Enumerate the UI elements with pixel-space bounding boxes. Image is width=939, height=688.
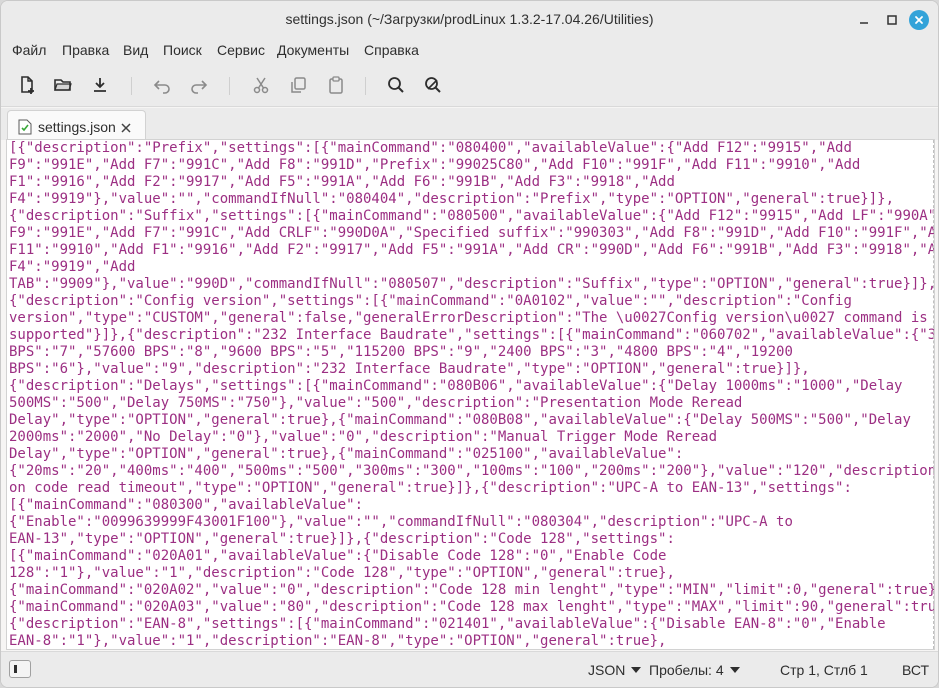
chevron-down-icon [631,667,642,673]
language-label: JSON [588,662,626,678]
tab-settings-json[interactable]: settings.json [7,110,146,141]
maximize-icon [887,15,897,25]
minimize-button[interactable] [854,10,874,30]
title-bar: settings.json (~/Загрузки/prodLinux 1.3.… [1,1,938,39]
code-line[interactable]: {"description":"Config version","setting… [9,293,934,310]
code-line[interactable]: {"Enable":"0099639999F43001F100"},"value… [9,514,934,531]
menu-search[interactable]: Поиск [163,42,202,58]
right-margin-line [933,140,934,649]
cut-icon [253,77,269,94]
redo-icon [191,80,208,94]
find-button[interactable] [384,73,408,97]
close-icon [121,123,131,133]
language-selector[interactable]: JSON [588,662,642,678]
code-line[interactable]: F4":"9919"},"value":"","commandIfNull":"… [9,191,934,208]
cursor-position[interactable]: Стр 1, Стлб 1 [780,662,868,678]
code-line[interactable]: EAN-8":"1"},"value":"1","description":"E… [9,633,934,649]
insert-mode[interactable]: ВСТ [902,662,929,678]
close-icon [915,16,923,24]
minimize-icon [860,22,868,24]
code-line[interactable]: [{"mainCommand":"080300","availableValue… [9,497,934,514]
code-editor[interactable]: [{"description":"Prefix","settings":[{"m… [6,139,935,650]
code-line[interactable]: TAB":"9909"},"value":"990D","commandIfNu… [9,276,934,293]
toolbar-separator [365,77,366,95]
window-title: settings.json (~/Загрузки/prodLinux 1.3.… [285,11,654,27]
copy-icon [291,77,306,93]
new-document-icon [21,76,34,94]
save-button[interactable] [88,73,112,97]
search-icon [388,77,404,93]
save-download-icon [94,78,106,92]
undo-icon [153,80,170,94]
code-line[interactable]: Delay","type":"OPTION","general":true},{… [9,446,934,463]
code-line[interactable]: {"mainCommand":"020A03","value":"80","de… [9,599,934,616]
menu-file[interactable]: Файл [12,42,46,58]
menu-help[interactable]: Справка [364,42,419,58]
menu-tools[interactable]: Сервис [217,42,265,58]
undo-button[interactable] [150,73,174,97]
code-line[interactable]: {"description":"Delays","settings":[{"ma… [9,378,934,395]
code-text[interactable]: [{"description":"Prefix","settings":[{"m… [9,140,934,649]
code-line[interactable]: 500MS":"500","Delay 750MS":"750"},"value… [9,395,934,412]
new-document-button[interactable] [15,73,39,97]
menu-bar: Файл Правка Вид Поиск Сервис Документы С… [1,39,938,63]
toolbar [1,63,938,107]
code-line[interactable]: F11":"9910","Add F1":"9916","Add F2":"99… [9,242,934,259]
code-line[interactable]: supported"}]},{"description":"232 Interf… [9,327,934,344]
code-line[interactable]: F1":"9916","Add F2":"9917","Add F5":"991… [9,174,934,191]
paste-icon [329,76,343,94]
code-line[interactable]: 128":"1"},"value":"1","description":"Cod… [9,565,934,582]
chevron-down-icon [729,667,740,673]
code-line[interactable]: {"mainCommand":"020A02","value":"0","des… [9,582,934,599]
code-line[interactable]: 2000ms":"2000","No Delay":"0"},"value":"… [9,429,934,446]
maximize-button[interactable] [882,10,902,30]
code-line[interactable]: [{"description":"Prefix","settings":[{"m… [9,140,934,157]
code-line[interactable]: version","type":"CUSTOM","general":false… [9,310,934,327]
find-replace-button[interactable] [421,73,445,97]
indent-selector[interactable]: Пробелы: 4 [649,662,740,678]
indent-label: Пробелы: 4 [649,662,724,678]
code-line[interactable]: on code read timeout","type":"OPTION","g… [9,480,934,497]
code-line[interactable]: {"description":"Suffix","settings":[{"ma… [9,208,934,225]
text-file-icon [18,119,32,140]
side-panel-toggle[interactable] [9,660,31,678]
redo-button[interactable] [187,73,211,97]
cut-button[interactable] [249,73,273,97]
code-line[interactable]: Delay","type":"OPTION","general":true},{… [9,412,934,429]
tab-bar: settings.json [1,108,938,141]
toolbar-separator [229,77,230,95]
code-line[interactable]: [{"mainCommand":"020A01","availableValue… [9,548,934,565]
code-line[interactable]: F9":"991E","Add F7":"991C","Add CRLF":"9… [9,225,934,242]
side-panel-icon [14,665,17,673]
code-line[interactable]: F9":"991E","Add F7":"991C","Add F8":"991… [9,157,934,174]
code-line[interactable]: BPS":"6"},"value":"9","description":"232… [9,361,934,378]
toolbar-separator [131,77,132,95]
tab-label: settings.json [38,119,116,135]
editor-window: settings.json (~/Загрузки/prodLinux 1.3.… [0,0,939,688]
open-folder-icon [54,79,72,91]
paste-button[interactable] [324,73,348,97]
menu-edit[interactable]: Правка [62,42,109,58]
open-file-button[interactable] [51,73,75,97]
menu-view[interactable]: Вид [123,42,148,58]
status-bar: JSON Пробелы: 4 Стр 1, Стлб 1 ВСТ [1,651,938,687]
menu-documents[interactable]: Документы [277,42,349,58]
tab-close-button[interactable] [121,120,131,138]
search-replace-icon [425,77,441,93]
code-line[interactable]: {"20ms":"20","400ms":"400","500ms":"500"… [9,463,934,480]
code-line[interactable]: F4":"9919","Add [9,259,934,276]
close-window-button[interactable] [909,10,929,30]
code-line[interactable]: BPS":"7","57600 BPS":"8","9600 BPS":"5",… [9,344,934,361]
copy-button[interactable] [286,73,310,97]
code-line[interactable]: {"description":"EAN-8","settings":[{"mai… [9,616,934,633]
code-line[interactable]: EAN-13","type":"OPTION","general":true}]… [9,531,934,548]
